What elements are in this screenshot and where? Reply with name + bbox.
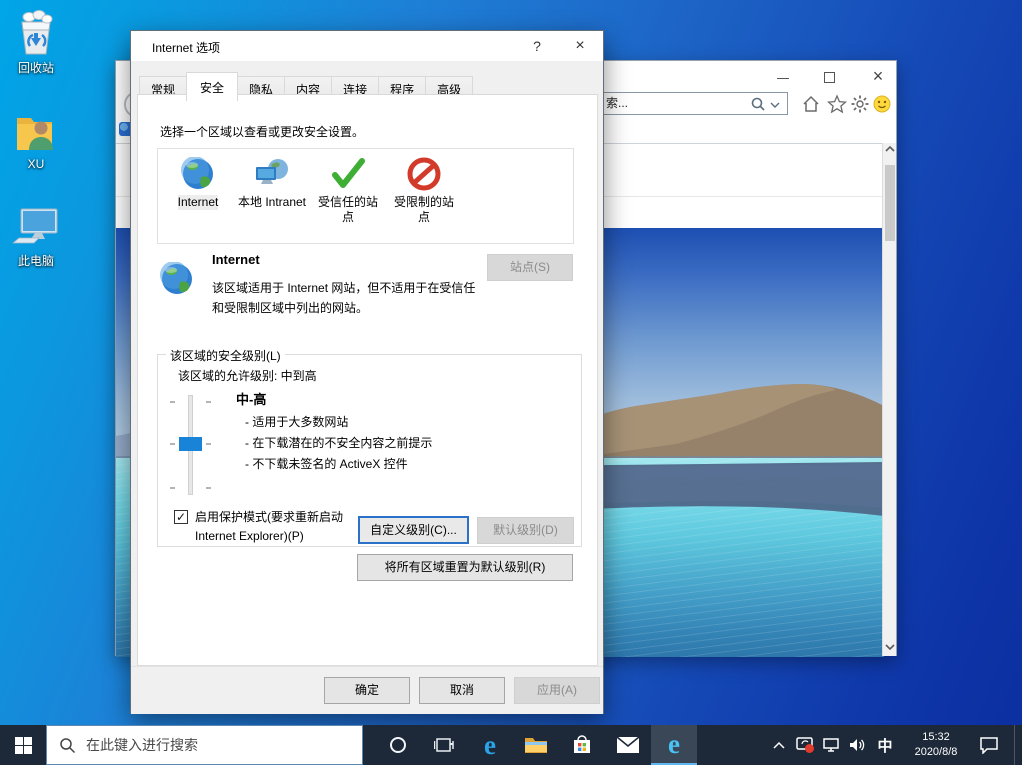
zone-list: Internet 本地 Intranet — [157, 148, 574, 244]
home-icon[interactable] — [801, 94, 821, 114]
gear-icon[interactable] — [850, 94, 870, 114]
desktop-icon-label: 此电脑 — [0, 252, 72, 269]
security-slider-thumb[interactable] — [179, 437, 202, 451]
scrollbar-thumb[interactable] — [885, 165, 895, 241]
security-tab-page: 选择一个区域以查看或更改安全设置。 Internet — [137, 94, 598, 666]
internet-explorer-icon[interactable]: e — [651, 725, 697, 765]
scrollbar[interactable] — [882, 143, 896, 656]
taskbar-clock[interactable]: 15:32 2020/8/8 — [900, 730, 972, 760]
custom-level-button[interactable]: 自定义级别(C)... — [358, 516, 469, 544]
maximize-icon[interactable] — [824, 72, 835, 83]
clock-date: 2020/8/8 — [900, 745, 972, 760]
desktop-icon-label: 回收站 — [0, 59, 72, 76]
tab-security[interactable]: 安全 — [186, 72, 238, 101]
recycle-bin-icon — [0, 10, 72, 56]
tray-chevron-up-icon[interactable] — [766, 725, 792, 765]
smiley-feedback-icon[interactable] — [872, 94, 892, 114]
internet-globe-icon — [160, 155, 236, 193]
cortana-icon[interactable] — [375, 725, 421, 765]
protected-mode-label-line2: Internet Explorer)(P) — [195, 527, 343, 546]
show-desktop-button[interactable] — [1014, 725, 1022, 765]
close-icon[interactable]: × — [867, 64, 889, 88]
zone-label: 本地 Intranet — [238, 195, 306, 210]
dialog-tabs: 常规安全隐私内容连接程序高级 — [139, 72, 472, 96]
network-icon[interactable] — [818, 725, 844, 765]
sites-button: 站点(S) — [487, 254, 573, 281]
ok-button[interactable]: 确定 — [324, 677, 410, 704]
taskbar: 在此键入进行搜索 e — [0, 725, 1022, 765]
star-icon[interactable] — [827, 94, 847, 114]
level-bullet: - 适用于大多数网站 — [245, 412, 432, 433]
protected-mode-checkbox[interactable]: ✓ — [174, 510, 188, 524]
protected-mode-label-line1: 启用保护模式(要求重新启动 — [195, 508, 343, 527]
internet-options-dialog: Internet 选项 ? × 常规安全隐私内容连接程序高级 选择一个区域以查看… — [130, 30, 604, 714]
allowed-level-text: 该区域的允许级别: 中到高 — [178, 367, 317, 384]
scroll-up-icon[interactable] — [883, 143, 897, 158]
zone-trusted-sites[interactable]: 受信任的站点 — [310, 155, 386, 225]
user-folder-icon — [0, 108, 72, 154]
action-center-icon[interactable] — [972, 725, 1006, 765]
this-pc-icon — [0, 203, 72, 249]
taskbar-search-input[interactable]: 在此键入进行搜索 — [46, 725, 363, 765]
zone-instruction: 选择一个区域以查看或更改安全设置。 — [160, 123, 364, 140]
intranet-icon — [234, 155, 310, 193]
desktop-icon-recycle-bin[interactable]: 回收站 — [0, 10, 72, 76]
security-level-group: 该区域的安全级别(L) 该区域的允许级别: 中到高 中-高 - 适用于大多数网站… — [157, 354, 582, 547]
edge-icon[interactable]: e — [467, 725, 513, 765]
slider-tick — [206, 487, 211, 489]
zone-label: 受信任的站点 — [313, 195, 383, 225]
reset-all-zones-button[interactable]: 将所有区域重置为默认级别(R) — [357, 554, 573, 581]
cancel-button[interactable]: 取消 — [419, 677, 505, 704]
taskbar-search-placeholder: 在此键入进行搜索 — [86, 735, 198, 755]
tray-alert-icon[interactable] — [792, 725, 818, 765]
start-button[interactable] — [0, 725, 46, 765]
desktop: 回收站 XU 此电脑 × ‹ 索... — [0, 0, 1022, 765]
slider-tick — [206, 401, 211, 403]
security-level-group-title: 该区域的安全级别(L) — [166, 347, 285, 364]
desktop-icon-label: XU — [0, 157, 72, 171]
desktop-icon-xu[interactable]: XU — [0, 108, 72, 171]
system-tray: 中 15:32 2020/8/8 — [766, 725, 1022, 765]
close-icon[interactable]: × — [564, 31, 596, 61]
slider-tick — [170, 487, 175, 489]
desktop-icon-this-pc[interactable]: 此电脑 — [0, 203, 72, 269]
search-icon[interactable] — [750, 97, 780, 115]
zone-label: 受限制的站点 — [389, 195, 459, 225]
restricted-icon — [386, 155, 462, 193]
zone-description-line1: 该区域适用于 Internet 网站，但不适用于在受信任 — [212, 279, 475, 296]
dialog-title: Internet 选项 — [152, 39, 220, 56]
selected-zone-name: Internet — [212, 252, 260, 267]
zone-restricted-sites[interactable]: 受限制的站点 — [386, 155, 462, 225]
scroll-down-icon[interactable] — [883, 641, 897, 656]
level-bullet: - 在下载潜在的不安全内容之前提示 — [245, 433, 432, 454]
default-level-button: 默认级别(D) — [477, 517, 574, 544]
level-name: 中-高 — [236, 389, 266, 408]
slider-tick — [206, 443, 211, 445]
level-bullets: - 适用于大多数网站 - 在下载潜在的不安全内容之前提示 - 不下载未签名的 A… — [245, 412, 432, 475]
help-button[interactable]: ? — [523, 31, 551, 61]
mail-icon[interactable] — [605, 725, 651, 765]
zone-description-line2: 和受限制区域中列出的网站。 — [212, 299, 368, 316]
file-explorer-icon[interactable] — [513, 725, 559, 765]
selected-zone-globe-icon — [160, 262, 194, 299]
slider-tick — [170, 443, 175, 445]
task-view-icon[interactable] — [421, 725, 467, 765]
level-bullet: - 不下载未签名的 ActiveX 控件 — [245, 454, 432, 475]
search-icon — [59, 737, 76, 754]
zone-internet[interactable]: Internet — [160, 155, 236, 210]
microsoft-store-icon[interactable] — [559, 725, 605, 765]
volume-icon[interactable] — [844, 725, 870, 765]
zone-label: Internet — [178, 195, 219, 210]
clock-time: 15:32 — [900, 730, 972, 745]
apply-button: 应用(A) — [514, 677, 600, 704]
minimize-icon[interactable] — [777, 78, 789, 79]
zone-local-intranet[interactable]: 本地 Intranet — [234, 155, 310, 210]
trusted-check-icon — [310, 155, 386, 193]
ime-indicator[interactable]: 中 — [870, 735, 900, 756]
protected-mode-label[interactable]: 启用保护模式(要求重新启动 Internet Explorer)(P) — [195, 508, 343, 546]
slider-tick — [170, 401, 175, 403]
